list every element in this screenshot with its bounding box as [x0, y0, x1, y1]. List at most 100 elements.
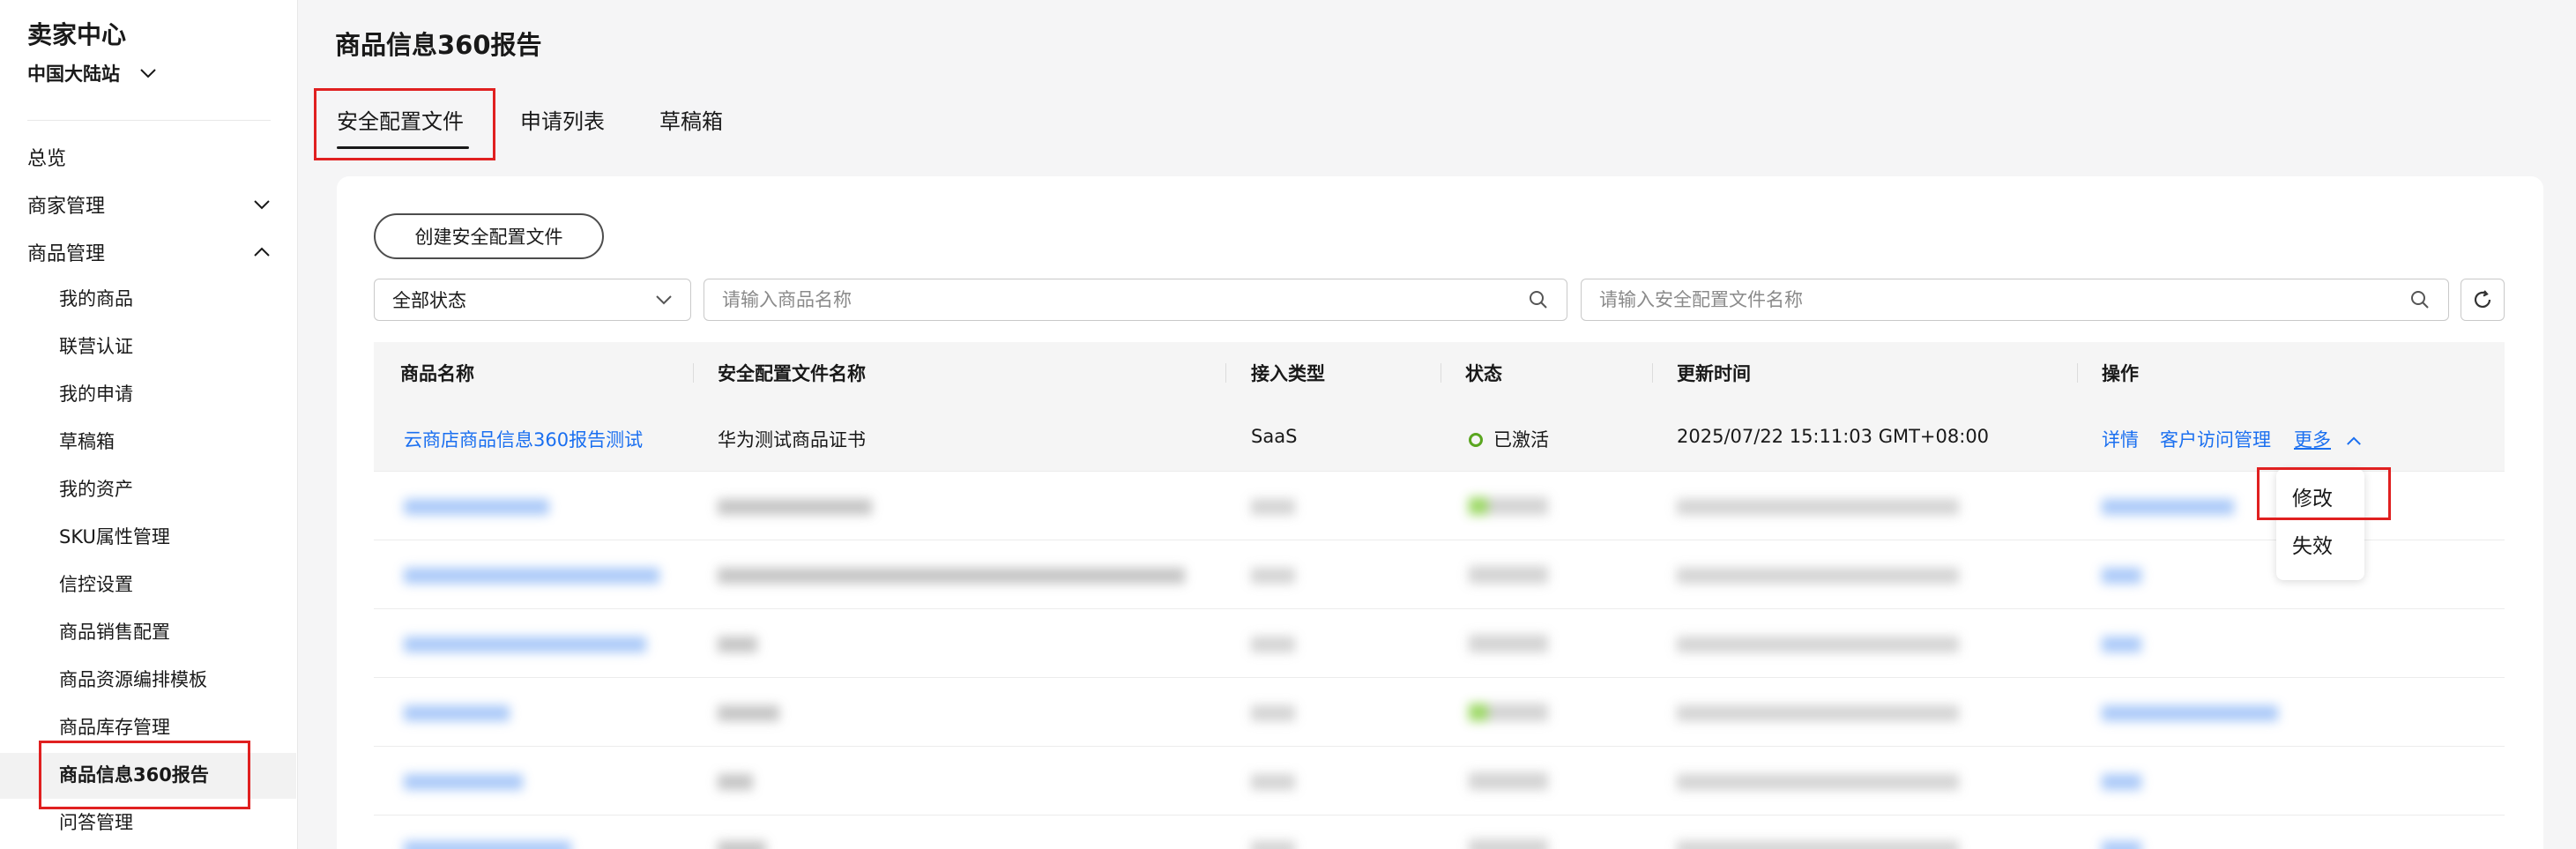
blurred-text [404, 705, 510, 721]
column-header-status: 状态 [1465, 363, 1502, 384]
chevron-down-icon [254, 200, 270, 210]
blurred-text [718, 841, 766, 849]
product-search-field[interactable] [704, 279, 1567, 321]
tab-drafts[interactable]: 草稿箱 [659, 104, 723, 135]
blurred-text [2102, 841, 2141, 849]
chevron-down-icon [656, 295, 672, 305]
column-header-product: 商品名称 [400, 363, 474, 384]
sidebar-item-overview[interactable]: 总览 [27, 143, 271, 171]
blurred-text [404, 499, 549, 515]
blurred-text [1251, 637, 1295, 652]
sidebar-subitem-resource-template[interactable]: 商品资源编排模板 [59, 666, 207, 692]
sidebar-subitem-joint-certification[interactable]: 联营认证 [59, 332, 133, 359]
more-dropdown[interactable]: 更多 [2294, 426, 2362, 452]
blurred-text [1251, 499, 1295, 515]
sidebar-subitem-credit-settings[interactable]: 信控设置 [59, 570, 133, 597]
sidebar-subitem-sales-config[interactable]: 商品销售配置 [59, 618, 170, 644]
column-header-actions: 操作 [2102, 363, 2139, 384]
product-name-link[interactable]: 云商店商品信息360报告测试 [404, 426, 643, 452]
highlight-box [2257, 467, 2391, 520]
blurred-text [1469, 566, 1548, 584]
status-active-icon [1469, 433, 1483, 447]
customer-access-link[interactable]: 客户访问管理 [2160, 426, 2271, 452]
status-filter-value: 全部状态 [392, 290, 466, 311]
blurred-text [1251, 774, 1295, 790]
create-profile-button[interactable]: 创建安全配置文件 [374, 213, 604, 259]
sidebar-subitem-inventory[interactable]: 商品库存管理 [59, 713, 170, 740]
sidebar-title: 卖家中心 [27, 20, 127, 49]
blurred-text [1469, 497, 1548, 515]
blurred-text [718, 568, 1185, 584]
blurred-text [718, 637, 757, 652]
table-row [374, 748, 2505, 815]
sidebar-item-label: 总览 [27, 148, 67, 170]
blurred-text [1677, 637, 1959, 652]
search-icon[interactable] [1528, 289, 1549, 310]
tab-application-list[interactable]: 申请列表 [520, 104, 605, 135]
site-label: 中国大陆站 [27, 63, 120, 85]
table-header: 商品名称 安全配置文件名称 接入类型 状态 更新时间 操作 [374, 342, 2505, 404]
table-row [374, 816, 2505, 849]
table-row [374, 541, 2505, 609]
blurred-text [1677, 705, 1959, 721]
status-text: 已激活 [1493, 429, 1549, 451]
chevron-down-icon [140, 69, 156, 78]
blurred-text [2102, 774, 2141, 790]
table-row [374, 610, 2505, 678]
blurred-text [1677, 841, 1959, 849]
blurred-text [1251, 841, 1295, 849]
profile-name: 华为测试商品证书 [718, 429, 866, 451]
blurred-text [2102, 637, 2141, 652]
blurred-text [718, 705, 779, 721]
sidebar-item-merchant-management[interactable]: 商家管理 [27, 190, 271, 219]
status-cell: 已激活 [1469, 426, 1549, 452]
product-search-input[interactable] [722, 289, 1426, 310]
profile-search-field[interactable] [1581, 279, 2449, 321]
table-row: 云商店商品信息360报告测试 华为测试商品证书 SaaS 已激活 2025/07… [374, 404, 2505, 472]
access-type: SaaS [1251, 426, 1298, 447]
chevron-up-icon [254, 247, 270, 257]
sidebar-subitem-qa-management[interactable]: 问答管理 [59, 808, 133, 835]
menu-item-invalidate[interactable]: 失效 [2292, 529, 2333, 559]
column-header-type: 接入类型 [1251, 363, 1325, 384]
site-selector[interactable]: 中国大陆站 [27, 60, 157, 86]
status-filter-select[interactable]: 全部状态 [374, 279, 691, 321]
sidebar-subitem-my-applications[interactable]: 我的申请 [59, 380, 133, 406]
blurred-text [1677, 499, 1959, 515]
sidebar-subitem-my-products[interactable]: 我的商品 [59, 285, 133, 311]
sidebar-item-label: 商品管理 [27, 243, 106, 265]
profile-search-input[interactable] [1599, 289, 2306, 310]
details-link[interactable]: 详情 [2102, 426, 2139, 452]
column-divider [1225, 363, 1226, 383]
more-label: 更多 [2294, 429, 2331, 451]
page-title: 商品信息360报告 [335, 30, 542, 60]
sidebar: 卖家中心 中国大陆站 总览 商家管理 商品管理 我的商品 联营认证 我的申请 草… [0, 0, 298, 849]
blurred-text [404, 774, 523, 790]
highlight-box [314, 88, 495, 160]
blurred-text [1469, 839, 1548, 849]
blurred-text [1469, 772, 1548, 790]
refresh-icon [2474, 290, 2491, 308]
sidebar-subitem-drafts[interactable]: 草稿箱 [59, 428, 115, 454]
blurred-text [1251, 568, 1295, 584]
table-row [374, 473, 2505, 540]
column-divider [693, 363, 694, 383]
column-divider [2077, 363, 2078, 383]
sidebar-subitem-sku-attributes[interactable]: SKU属性管理 [59, 523, 170, 549]
updated-time: 2025/07/22 15:11:03 GMT+08:00 [1677, 426, 1990, 447]
refresh-button[interactable] [2461, 279, 2505, 321]
sidebar-subitem-my-assets[interactable]: 我的资产 [59, 475, 133, 502]
blurred-text [404, 841, 571, 849]
blurred-text [1677, 774, 1959, 790]
sidebar-item-label: 商家管理 [27, 196, 106, 218]
search-icon[interactable] [2409, 289, 2431, 310]
table-row [374, 679, 2505, 747]
blurred-text [718, 499, 872, 515]
chevron-up-icon [2346, 436, 2361, 445]
blurred-text [2102, 705, 2278, 721]
blurred-text [404, 568, 659, 584]
sidebar-item-product-management[interactable]: 商品管理 [27, 238, 271, 266]
blurred-text [718, 774, 753, 790]
blurred-text [2102, 568, 2141, 584]
sidebar-divider [27, 120, 271, 121]
